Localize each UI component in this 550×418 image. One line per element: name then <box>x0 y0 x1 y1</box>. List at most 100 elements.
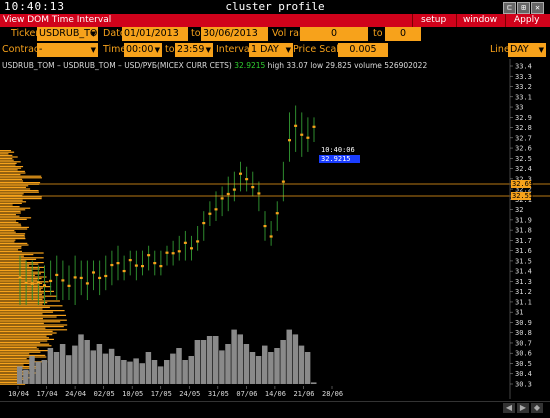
pricescale-label: Price Scale <box>293 44 345 55</box>
interval-select[interactable]: 1 DAY ▼ <box>249 43 293 57</box>
volume-bar <box>72 345 78 384</box>
volume-profile-bar <box>0 300 60 302</box>
volume-profile-bar <box>0 244 29 246</box>
date-from-field[interactable]: 01/01/2013 <box>122 27 188 41</box>
volume-profile-bar <box>0 206 20 208</box>
candle-cluster-max <box>220 197 224 200</box>
menu-window[interactable]: window <box>463 14 497 27</box>
volrange-from-field[interactable]: 0 <box>300 27 368 41</box>
candle-cluster-max <box>177 250 181 253</box>
volume-profile-bar <box>0 346 37 348</box>
contract-select[interactable]: - ▼ <box>37 43 98 57</box>
volrange-to-field[interactable]: 0 <box>385 27 421 41</box>
x-tick-label: 07/06 <box>236 390 257 398</box>
candle-cluster-max <box>165 251 169 254</box>
x-tick-label: 10/04 <box>8 390 29 398</box>
x-tick-label: 24/05 <box>179 390 200 398</box>
candle-cluster-max <box>251 186 255 189</box>
pricescale-field[interactable]: 0.005 <box>338 43 388 57</box>
volume-total: volume 526902022 <box>354 61 428 70</box>
volume-profile-bar <box>0 188 31 190</box>
volume-profile-bar <box>0 266 45 268</box>
volume-profile-bar <box>0 342 41 344</box>
volume-profile-bar <box>0 191 39 193</box>
volume-profile-bar <box>0 174 21 176</box>
volume-bar <box>96 344 103 384</box>
y-tick-label: 31.2 <box>515 288 532 296</box>
scroll-right-icon[interactable]: ▶ <box>517 403 529 413</box>
volume-bar <box>194 340 201 384</box>
volume-profile-bar <box>0 182 41 184</box>
volume-bar <box>47 348 54 384</box>
volume-bar <box>41 360 47 384</box>
volume-profile-bar <box>0 292 44 294</box>
time-from-select[interactable]: 00:00 ▼ <box>124 43 162 57</box>
y-tick-label: 32.8 <box>515 124 532 132</box>
volume-profile-bar <box>0 334 53 336</box>
close-button[interactable]: ✕ <box>531 2 544 14</box>
volume-profile-bar <box>0 257 44 259</box>
x-tick-label: 31/05 <box>208 390 229 398</box>
volume-bar <box>249 352 256 384</box>
y-tick-label: 31.1 <box>515 298 532 306</box>
volume-profile-bar <box>0 281 49 283</box>
menu-divider <box>505 14 506 27</box>
menu-divider <box>412 14 413 27</box>
volume-profile-bar <box>0 270 33 272</box>
y-tick-label: 31.9 <box>515 216 532 224</box>
y-tick-label: 31.4 <box>515 268 532 276</box>
volume-profile-bar <box>0 351 41 353</box>
minimize-button[interactable]: ⊏ <box>503 2 516 14</box>
volume-profile-bar <box>0 172 26 174</box>
ticker-select[interactable]: USDRUB_TO ▼ <box>37 27 98 41</box>
volume-profile-bar <box>0 218 27 220</box>
volume-profile-bar <box>0 287 43 289</box>
y-tick-label: 31.3 <box>515 278 532 286</box>
candle-cluster-max <box>257 192 261 195</box>
volume-profile-bar <box>0 212 21 214</box>
scroll-left-icon[interactable]: ◀ <box>503 403 515 413</box>
apply-button[interactable]: Apply <box>514 14 539 27</box>
candle-cluster-max <box>49 279 53 283</box>
volume-profile-bar <box>0 353 30 355</box>
candle-cluster-max <box>159 265 163 268</box>
candle-cluster-max <box>67 284 71 287</box>
volume-profile-bar <box>0 282 43 284</box>
volume-bar <box>102 353 109 384</box>
candle-cluster-max <box>61 279 65 282</box>
time-to-select[interactable]: 23:59 ▼ <box>175 43 213 57</box>
cluster-chart[interactable]: 33.4 33.3 33.2 33.1 33 32.9 32.8 32.7 32.6 32.5 32… <box>0 59 550 399</box>
menu-setup[interactable]: setup <box>421 14 446 27</box>
volume-bar <box>274 348 280 384</box>
x-tick-label: 17/04 <box>37 390 58 398</box>
volume-profile-bar <box>0 250 22 252</box>
volume-bar <box>298 345 305 384</box>
y-tick-label: 32.6 <box>515 145 532 153</box>
volume-bar <box>108 348 115 384</box>
chevron-down-icon: ▼ <box>285 46 291 54</box>
volume-profile-bar <box>0 151 15 153</box>
volume-bar <box>237 334 243 384</box>
volume-profile-bar <box>0 246 22 248</box>
volume-profile-bar <box>0 164 16 166</box>
line-select[interactable]: DAY ▼ <box>508 43 546 57</box>
volume-bar <box>262 345 268 384</box>
volume-profile-bar <box>0 215 20 217</box>
candle-cluster-max <box>208 212 212 215</box>
maximize-button[interactable]: ⊞ <box>517 2 530 14</box>
candle-cluster-max <box>79 276 83 280</box>
x-tick-label: 10/05 <box>122 390 143 398</box>
volume-profile-bar <box>0 180 24 182</box>
date-to-field[interactable]: 30/06/2013 <box>201 27 268 41</box>
volume-profile-bar <box>0 332 57 334</box>
view-title: View DOM Time Interval <box>3 15 112 25</box>
volume-profile-bar <box>0 238 26 240</box>
candle-cluster-max <box>171 252 175 255</box>
volume-profile-bar <box>0 247 22 249</box>
zoom-icon[interactable]: ◆ <box>531 403 543 413</box>
candle-cluster-max <box>116 262 120 265</box>
candle-cluster-max <box>73 276 77 279</box>
volume-profile-bar <box>0 193 24 195</box>
title-bar: 10:40:13 cluster profile ⊏ ⊞ ✕ <box>0 0 550 15</box>
candle-cluster-max <box>134 264 138 267</box>
